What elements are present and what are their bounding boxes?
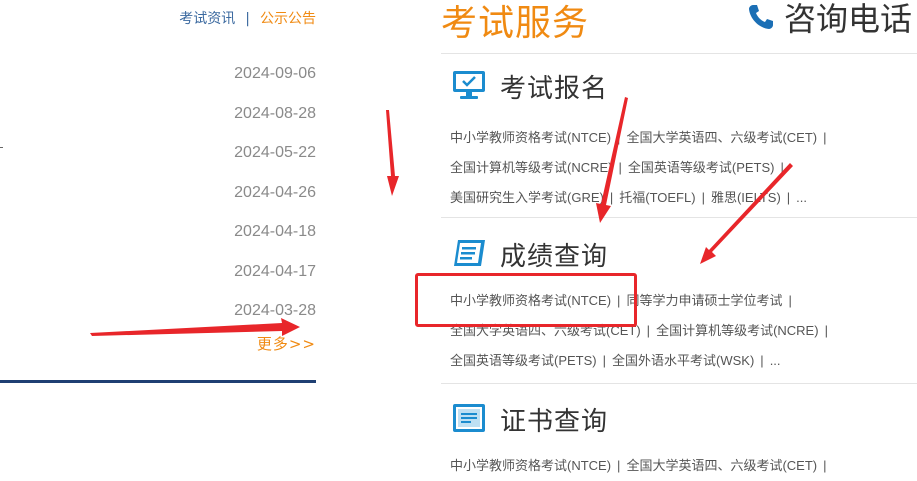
news-date: 2024-04-17: [234, 262, 316, 280]
more-ellipsis[interactable]: ...: [796, 190, 807, 205]
red-arrow: [386, 110, 399, 196]
tab-exam-news[interactable]: 考试资讯: [179, 11, 235, 27]
news-date-list: 2024-09-06 2024-08-28 2024-05-22 2024-04…: [0, 64, 316, 341]
exam-link[interactable]: 托福(TOEFL): [619, 190, 695, 205]
exam-link[interactable]: 全国大学英语四、六级考试(CET): [626, 458, 817, 473]
section-underline: [0, 380, 316, 383]
exam-link[interactable]: 同等学力申请硕士学位考试: [626, 293, 782, 308]
tab-separator: |: [245, 11, 250, 27]
divider: [441, 217, 917, 218]
monitor-check-icon: [452, 70, 486, 104]
exam-link[interactable]: 美国研究生入学考试(GRE): [450, 190, 604, 205]
news-date: 2024-05-22: [234, 144, 316, 161]
tab-public-notices[interactable]: 公示公告: [260, 11, 316, 27]
hotline: 咨询电话: [746, 0, 912, 40]
section-title: 成绩查询: [500, 242, 609, 272]
news-date: 2024-08-28: [234, 104, 316, 122]
exam-link[interactable]: 全国英语等级考试(PETS): [450, 353, 597, 368]
exam-link[interactable]: 中小学教师资格考试(NTCE): [450, 130, 611, 145]
exam-link[interactable]: 全国计算机等级考试(NCRE): [656, 323, 819, 338]
hotline-label: 咨询电话: [784, 0, 913, 38]
section-certificates-header[interactable]: 证书查询: [452, 401, 608, 438]
exam-link[interactable]: 全国大学英语四、六级考试(CET): [626, 130, 817, 145]
certificate-links: 中小学教师资格考试(NTCE) | 全国大学英语四、六级考试(CET) |: [450, 458, 827, 473]
divider: [441, 53, 917, 54]
section-scores-header[interactable]: 成绩查询: [452, 236, 608, 273]
news-date: 2024-09-06: [234, 65, 316, 82]
section-registration-header[interactable]: 考试报名: [452, 68, 608, 105]
news-date: 2024-04-18: [234, 223, 316, 240]
exam-link[interactable]: 雅思(IELTS): [711, 190, 781, 205]
certificate-icon: [452, 403, 486, 437]
highlight-box: [415, 273, 637, 327]
divider: [441, 383, 917, 384]
section-title: 考试报名: [500, 74, 609, 104]
exam-services-title: 考试服务: [441, 3, 590, 44]
section-title: 证书查询: [500, 407, 609, 437]
more-link[interactable]: 更多>>: [0, 333, 316, 354]
news-date: 2024-04-26: [234, 183, 316, 201]
news-tabs: 考试资讯 | 公示公告: [0, 8, 316, 28]
exam-link[interactable]: 全国外语水平考试(WSK): [612, 353, 754, 368]
exam-link[interactable]: 中小学教师资格考试(NTCE): [450, 458, 611, 473]
phone-icon: [746, 2, 776, 40]
registration-links: 中小学教师资格考试(NTCE) | 全国大学英语四、六级考试(CET) | 全国计算机…: [450, 130, 827, 205]
exam-link[interactable]: 全国英语等级考试(PETS): [628, 160, 775, 175]
document-icon: [452, 238, 486, 272]
more-ellipsis[interactable]: ...: [770, 353, 781, 368]
exam-link[interactable]: 全国计算机等级考试(NCRE): [450, 160, 613, 175]
